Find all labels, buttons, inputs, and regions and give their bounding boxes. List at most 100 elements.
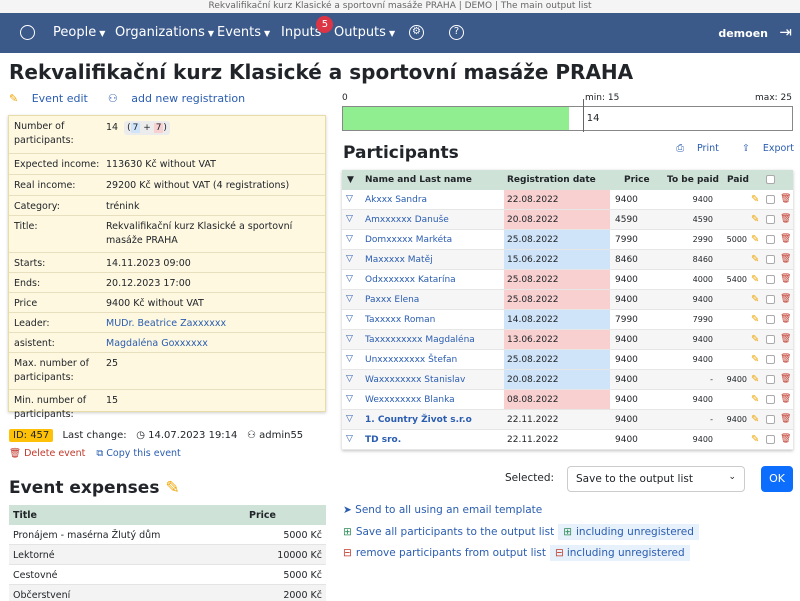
edit-pencil-icon[interactable]: ✎ [751,294,759,305]
delete-trash-icon[interactable]: 🗑 [780,294,791,304]
participant-name-link[interactable]: Wexxxxxxxx Blanka [365,395,455,405]
participant-name-link[interactable]: Maxxxxx Matěj [365,255,433,265]
edit-pencil-icon[interactable]: ✎ [751,274,759,285]
delete-trash-icon[interactable]: 🗑 [780,434,791,444]
info-person-link[interactable]: Magdaléna Goxxxxxx [106,337,321,351]
remove-including-unregistered-link[interactable]: ⊟ including unregistered [550,545,690,561]
edit-pencil-icon[interactable]: ✎ [751,194,759,205]
info-key: Ends: [14,278,41,289]
delete-trash-icon[interactable]: 🗑 [780,334,791,344]
edit-pencil-icon[interactable]: ✎ [751,354,759,365]
expand-caret-icon[interactable]: ▽ [346,254,353,264]
expand-caret-icon[interactable]: ▽ [346,234,353,244]
nav-events[interactable]: Events ▼ [217,25,270,40]
edit-pencil-icon[interactable]: ✎ [751,334,759,345]
copy-event-link[interactable]: ⧉ Copy this event [96,448,180,459]
event-edit-link[interactable]: ✎ Event edit [9,92,98,105]
expand-caret-icon[interactable]: ▽ [346,414,353,424]
expand-caret-icon[interactable]: ▽ [346,214,353,224]
delete-trash-icon[interactable]: 🗑 [780,194,791,204]
print-link[interactable]: ⎙ Print [666,143,719,154]
save-including-unregistered-link[interactable]: ⊞ including unregistered [558,524,699,540]
row-checkbox[interactable] [766,195,775,204]
participant-name-link[interactable]: Taxxxxxxxxx Magdaléna [365,335,475,345]
edit-pencil-icon[interactable]: ✎ [751,434,759,445]
remove-participants-link[interactable]: ⊟ remove participants from output list [343,547,546,559]
row-checkbox[interactable] [766,375,775,384]
edit-pencil-icon[interactable]: ✎ [751,314,759,325]
current-user[interactable]: demoen [718,27,768,40]
row-checkbox[interactable] [766,315,775,324]
edit-pencil-icon[interactable]: ✎ [751,374,759,385]
nav-people[interactable]: People ▼ [53,25,105,40]
expand-caret-icon[interactable]: ▽ [346,354,353,364]
row-checkbox[interactable] [766,435,775,444]
delete-trash-icon[interactable]: 🗑 [780,254,791,264]
save-all-link[interactable]: ⊞ Save all participants to the output lis… [343,526,554,538]
expand-caret-icon[interactable]: ▽ [346,374,353,384]
delete-trash-icon[interactable]: 🗑 [780,414,791,424]
participant-name-link[interactable]: Odxxxxxxx Katarína [365,275,456,285]
ok-button[interactable]: OK [761,466,793,492]
nav-organizations[interactable]: Organizations ▼ [115,25,214,40]
send-email-link[interactable]: ➤ Send to all using an email template [343,504,542,516]
app-logo-icon[interactable] [20,25,35,40]
nav-inputs[interactable]: Inputs 5 [281,16,334,40]
expand-caret-icon[interactable]: ▽ [346,294,353,304]
delete-trash-icon[interactable]: 🗑 [780,234,791,244]
edit-pencil-icon[interactable]: ✎ [751,234,759,245]
export-link[interactable]: ⇪ Export [732,143,794,154]
row-checkbox[interactable] [766,215,775,224]
participant-name-link[interactable]: Paxxx Elena [365,295,419,305]
participant-row: ▽ TD sro. 22.11.2022 9400 9400 ✎ 🗑 [342,430,793,450]
help-icon[interactable]: ? [449,25,464,40]
row-checkbox[interactable] [766,395,775,404]
participant-name-link[interactable]: Waxxxxxxxx Stanislav [365,375,465,385]
participant-name-link[interactable]: Unxxxxxxxxx Štefan [365,355,457,365]
bulk-action-select[interactable]: Save to the output list ⌄ [567,466,745,492]
delete-trash-icon[interactable]: 🗑 [780,214,791,224]
paid-amount: 5000 [726,235,747,244]
participant-name-link[interactable]: Domxxxxx Markéta [365,235,452,245]
delete-trash-icon[interactable]: 🗑 [780,374,791,384]
delete-trash-icon[interactable]: 🗑 [780,394,791,404]
edit-pencil-icon[interactable]: ✎ [751,254,759,265]
delete-trash-icon[interactable]: 🗑 [780,274,791,284]
settings-gear-icon[interactable]: ⚙ [409,25,424,40]
expand-caret-icon[interactable]: ▽ [346,314,353,324]
expand-caret-icon[interactable]: ▽ [346,334,353,344]
participant-name-link[interactable]: Akxxx Sandra [365,195,427,205]
expand-caret-icon[interactable]: ▽ [346,394,353,404]
expand-caret-icon[interactable]: ▽ [346,434,353,444]
row-checkbox[interactable] [766,295,775,304]
row-checkbox[interactable] [766,415,775,424]
info-row: Min. number of participants: 15 [9,389,325,426]
row-checkbox[interactable] [766,235,775,244]
edit-pencil-icon[interactable]: ✎ [751,214,759,225]
delete-trash-icon[interactable]: 🗑 [780,314,791,324]
row-checkbox[interactable] [766,255,775,264]
sort-caret-icon[interactable]: ▼ [347,175,354,185]
row-checkbox[interactable] [766,355,775,364]
row-checkbox[interactable] [766,275,775,284]
add-registration-link[interactable]: ⚇ add new registration [108,92,255,105]
info-person-link[interactable]: MUDr. Beatrice Zaxxxxxx [106,317,321,331]
delete-trash-icon[interactable]: 🗑 [780,354,791,364]
participant-name-link[interactable]: TD sro. [365,435,401,445]
logout-icon[interactable]: ⇥ [779,23,792,41]
capacity-progress-fill [343,107,570,130]
nav-outputs[interactable]: Outputs ▼ [334,25,395,40]
participant-name-link[interactable]: Amxxxxxx Danuše [365,215,449,225]
delete-event-link[interactable]: 🗑 Delete event [9,448,85,459]
select-all-checkbox[interactable] [766,175,775,184]
participant-price: 9400 [615,335,638,345]
expand-caret-icon[interactable]: ▽ [346,274,353,284]
chevron-down-icon: ⌄ [728,472,736,482]
edit-pencil-icon[interactable]: ✎ [751,394,759,405]
edit-pencil-icon[interactable]: ✎ [751,414,759,425]
edit-expenses-pencil-icon[interactable]: ✎ [165,478,179,498]
participant-name-link[interactable]: Taxxxxx Roman [365,315,435,325]
expand-caret-icon[interactable]: ▽ [346,194,353,204]
participant-name-link[interactable]: 1. Country Život s.r.o [365,415,472,425]
row-checkbox[interactable] [766,335,775,344]
